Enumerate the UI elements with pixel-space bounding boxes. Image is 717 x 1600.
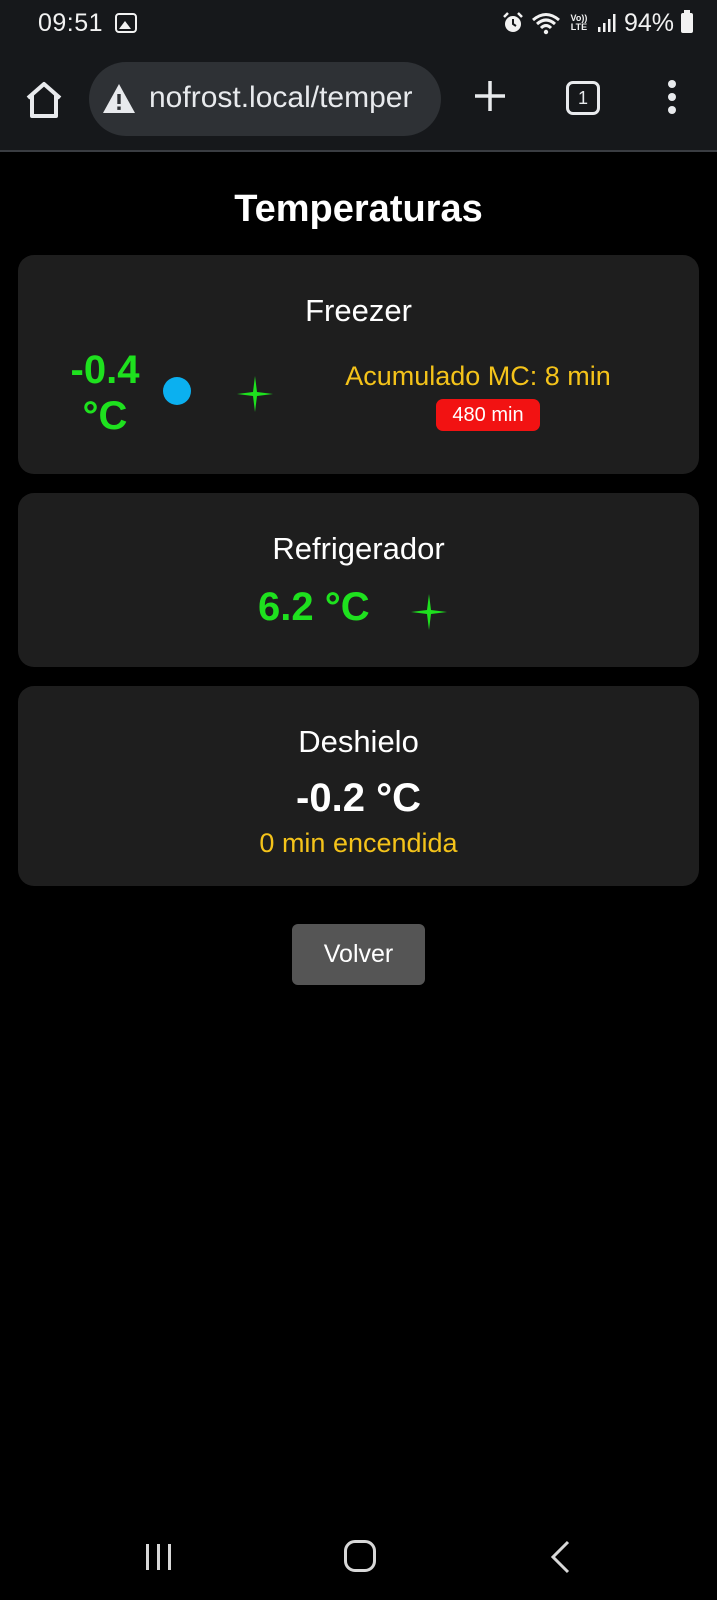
recents-icon[interactable]	[144, 1542, 174, 1572]
freezer-temp-unit: °C	[82, 394, 128, 438]
sparkle-icon	[411, 594, 447, 630]
home-icon[interactable]	[22, 78, 66, 122]
browser-toolbar: nofrost.local/temper 1	[0, 50, 717, 152]
battery-icon	[681, 10, 693, 33]
defrost-temperature: -0.2 °C	[296, 776, 421, 820]
accumulated-text: Acumulado MC: 8 min	[345, 361, 611, 391]
status-icons: Vo)) LTE 94%	[502, 8, 693, 38]
nav-home-icon[interactable]	[344, 1540, 376, 1572]
status-dot-icon	[163, 377, 191, 405]
volte-icon: Vo)) LTE	[570, 13, 588, 32]
address-bar[interactable]: nofrost.local/temper	[89, 62, 441, 136]
status-bar: 09:51 Vo)) LTE 94%	[0, 0, 717, 50]
tabs-button[interactable]: 1	[566, 81, 600, 115]
defrost-status: 0 min encendida	[259, 828, 458, 858]
refrigerator-label: Refrigerador	[272, 531, 445, 566]
warning-icon[interactable]	[101, 82, 137, 116]
image-icon	[115, 13, 137, 33]
freezer-label: Freezer	[305, 293, 412, 328]
alarm-icon	[503, 12, 523, 32]
freezer-card: Freezer -0.4 °C Acumulado MC: 8 min 480 …	[18, 255, 699, 474]
freezer-temp-value: -0.4	[70, 348, 140, 392]
freezer-temperature: -0.4 °C	[40, 347, 170, 439]
more-vert-icon[interactable]	[662, 78, 682, 118]
battery-percent: 94%	[623, 8, 674, 37]
back-icon[interactable]	[548, 1540, 572, 1574]
page-title: Temperaturas	[234, 188, 483, 230]
back-button[interactable]: Volver	[292, 924, 425, 985]
refrigerator-temperature: 6.2 °C	[258, 585, 370, 629]
plus-icon[interactable]	[472, 78, 508, 114]
limit-badge: 480 min	[436, 399, 540, 431]
signal-icon	[597, 14, 616, 32]
url-text[interactable]: nofrost.local/temper	[149, 81, 412, 115]
defrost-card: Deshielo -0.2 °C 0 min encendida	[18, 686, 699, 886]
refrigerator-card: Refrigerador 6.2 °C	[18, 493, 699, 667]
sparkle-icon	[237, 376, 273, 412]
status-time: 09:51	[38, 9, 104, 37]
defrost-label: Deshielo	[298, 724, 419, 759]
wifi-icon	[531, 13, 560, 35]
